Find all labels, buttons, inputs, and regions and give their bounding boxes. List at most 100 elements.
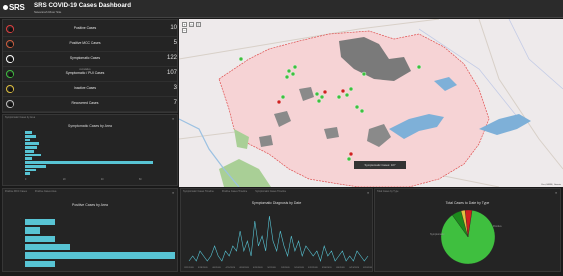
case-marker[interactable] xyxy=(314,91,320,97)
case-marker[interactable] xyxy=(286,68,292,74)
bar[interactable] xyxy=(25,142,40,145)
indicator-value: 10 xyxy=(170,25,177,31)
home-button[interactable]: ⌂ xyxy=(189,22,194,27)
case-marker[interactable] xyxy=(284,74,290,80)
bar[interactable] xyxy=(25,138,31,142)
case-marker[interactable] xyxy=(292,64,298,70)
case-marker[interactable] xyxy=(361,71,367,77)
x-tick: 80 xyxy=(177,179,178,181)
zoom-in-button[interactable]: + xyxy=(182,22,187,27)
indicator-value: 3 xyxy=(173,85,177,91)
x-tick: 4/4/2020 xyxy=(212,267,221,269)
indicator-icon xyxy=(6,55,14,63)
map-popup[interactable]: Symptomatic Cases: 107 xyxy=(354,161,406,169)
timeline-line-chart: 3/21/2020 3/28/2020 4/4/2020 4/11/2020 4/18/… xyxy=(184,215,372,269)
bar[interactable] xyxy=(25,149,34,153)
y-tick: · xyxy=(20,259,21,262)
symptomatic-by-area-panel: Symptomatic Cases by Area Symptomatic Ca… xyxy=(2,114,178,186)
bar[interactable] xyxy=(25,161,153,164)
pie-panel: Total Cases by Type Total Cases to Date … xyxy=(374,188,561,272)
indicator-row[interactable]: Positive Cases 10 xyxy=(3,23,177,37)
bar[interactable] xyxy=(25,172,31,175)
case-marker[interactable] xyxy=(319,94,325,100)
indicator-label: Symptomatic Cases xyxy=(69,56,101,60)
bar[interactable] xyxy=(25,131,33,134)
legend-button[interactable]: ≡ xyxy=(196,22,201,27)
bar[interactable] xyxy=(25,244,70,251)
case-marker[interactable] xyxy=(316,98,322,104)
indicator-label: Inactive Cases xyxy=(73,86,97,90)
bar[interactable] xyxy=(25,168,36,172)
bar[interactable] xyxy=(25,157,33,160)
bar[interactable] xyxy=(25,164,47,168)
case-marker[interactable] xyxy=(344,92,350,98)
pie-legend-left: Symptomatic xyxy=(430,233,445,236)
map-attribution: Esri, HERE, Garmin xyxy=(541,184,561,186)
x-tick: 6/6/2020 xyxy=(336,267,345,269)
x-tick: 5/30/2020 xyxy=(322,267,333,269)
case-marker[interactable] xyxy=(322,89,328,95)
indicator-row[interactable]: Inactive Cases 3 xyxy=(3,83,177,97)
bar[interactable] xyxy=(25,153,41,157)
indicator-value: 5 xyxy=(173,40,177,46)
case-marker[interactable] xyxy=(416,64,422,70)
case-marker[interactable] xyxy=(336,94,342,100)
series-line xyxy=(188,215,369,263)
indicator-row[interactable]: Recovered Cases 7 xyxy=(3,98,177,112)
panel-title: Positive Cases by Area xyxy=(72,203,108,207)
panel-tabs[interactable]: Positive MCC Cases Positive Cases Area xyxy=(5,190,163,194)
bar[interactable] xyxy=(25,260,55,267)
y-tick: · xyxy=(20,130,21,132)
y-tick: · xyxy=(20,251,21,254)
panel-tabs[interactable]: Symptomatic Cases by Area xyxy=(5,116,163,120)
dashboard-subtitle: Savannah River Site xyxy=(34,10,62,14)
bar[interactable] xyxy=(25,252,175,259)
panel-menu-icon[interactable]: ≡ xyxy=(172,117,174,121)
case-marker[interactable] xyxy=(348,151,354,157)
panel-menu-icon[interactable]: ≡ xyxy=(172,191,174,195)
y-tick: · xyxy=(20,163,21,166)
tab-positive-mcc[interactable]: Positive MCC Cases xyxy=(5,190,27,193)
indicator-row[interactable]: cumulative Symptomatic / PUI Cases 107 xyxy=(3,68,177,82)
tab-positive-area[interactable]: Positive Cases Area xyxy=(35,190,56,193)
y-tick: · xyxy=(20,234,21,237)
x-tick: 5/16/2020 xyxy=(294,267,305,269)
case-marker[interactable] xyxy=(346,156,352,162)
srs-logo: SRS xyxy=(3,3,25,12)
bar[interactable] xyxy=(25,219,55,226)
x-tick: 20 xyxy=(63,179,66,181)
logo-text: SRS xyxy=(9,3,25,12)
case-marker[interactable] xyxy=(276,99,282,105)
case-marker[interactable] xyxy=(359,108,365,114)
case-marker[interactable] xyxy=(348,86,354,92)
indicator-icon xyxy=(6,70,14,78)
indicator-row[interactable]: Symptomatic Cases 122 xyxy=(3,53,177,67)
x-tick: 40 xyxy=(101,179,104,181)
bar[interactable] xyxy=(25,227,40,234)
case-marker[interactable] xyxy=(280,94,286,100)
x-tick: 3/21/2020 xyxy=(184,267,195,269)
indicator-label: Positive MCC Cases xyxy=(69,41,101,45)
positive-by-area-panel: Positive MCC Cases Positive Cases Area Po… xyxy=(2,188,178,272)
y-tick: · xyxy=(20,137,21,140)
case-marker[interactable] xyxy=(290,71,296,77)
indicator-label: Recovered Cases xyxy=(71,101,99,105)
case-marker[interactable] xyxy=(354,104,360,110)
map-view[interactable]: + − ⌂ ≡ Symptomatic Cases: 107 Esri, HER… xyxy=(179,19,563,187)
case-marker[interactable] xyxy=(238,56,244,62)
bar[interactable] xyxy=(25,146,38,149)
dashboard-title: SRS COVID-19 Cases Dashboard xyxy=(34,2,131,9)
y-tick: · xyxy=(20,141,21,144)
x-tick: 3/28/2020 xyxy=(198,267,209,269)
zoom-out-button[interactable]: − xyxy=(182,28,187,33)
tab-symptomatic-area[interactable]: Symptomatic Cases by Area xyxy=(5,116,35,119)
case-marker[interactable] xyxy=(340,88,346,94)
x-tick: 4/25/2020 xyxy=(253,267,264,269)
bar[interactable] xyxy=(25,134,36,138)
y-tick: · xyxy=(20,133,21,136)
indicator-icon xyxy=(6,85,14,93)
panel-title: Symptomatic Cases by Area xyxy=(68,124,112,128)
bar[interactable] xyxy=(25,235,55,242)
indicator-row[interactable]: Positive MCC Cases 5 xyxy=(3,38,177,52)
pie-chart xyxy=(440,209,496,265)
